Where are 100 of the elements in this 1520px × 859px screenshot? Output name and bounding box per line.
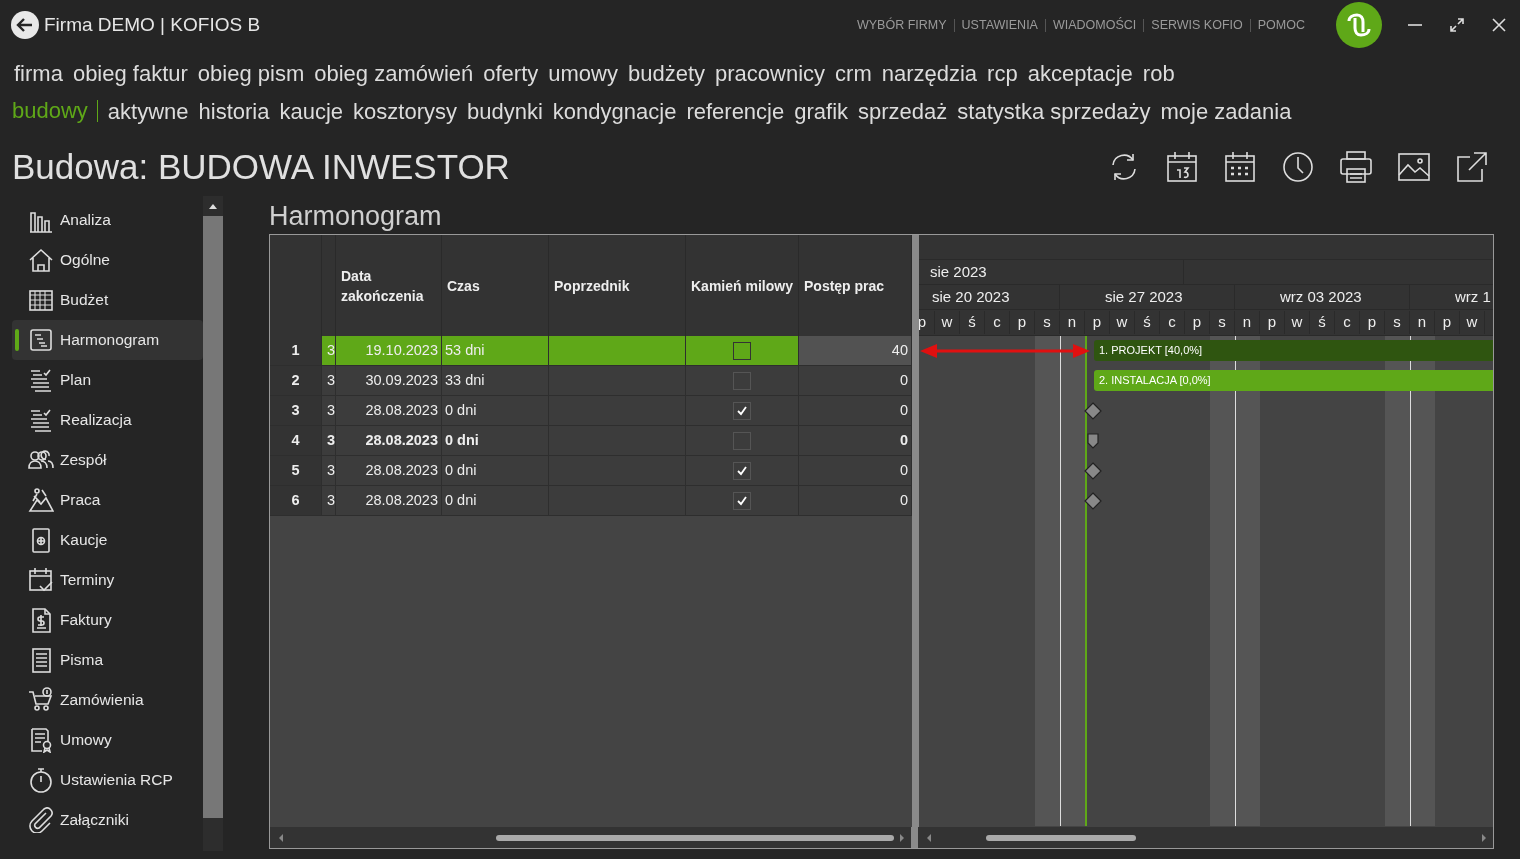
timeline-day: p — [1260, 311, 1285, 334]
task-bar[interactable]: 1. PROJEKT [40,0%] — [1094, 340, 1493, 361]
menu-item[interactable]: budynki — [467, 94, 543, 128]
sidebar-item[interactable]: Analiza — [12, 200, 203, 240]
menu-item[interactable]: statystka sprzedaży — [957, 94, 1151, 128]
sidebar-item[interactable]: Praca — [12, 480, 203, 520]
house-icon — [28, 247, 54, 273]
sidebar-item[interactable]: Zespół — [12, 440, 203, 480]
menu-item[interactable]: aktywne — [107, 94, 189, 128]
sidebar-item[interactable]: Zamówienia — [12, 680, 203, 720]
top-link[interactable]: USTAWIENIA — [953, 18, 1045, 32]
sidebar-item[interactable]: Realizacja — [12, 400, 203, 440]
top-link[interactable]: SERWIS KOFIO — [1143, 18, 1250, 32]
scroll-right-icon[interactable] — [1479, 832, 1489, 843]
back-icon[interactable] — [10, 10, 40, 40]
checkbox[interactable] — [733, 371, 751, 390]
menu-item[interactable]: rcp — [987, 56, 1018, 90]
menu-item[interactable]: obieg pism — [197, 56, 305, 90]
sidebar-item[interactable]: Terminy — [12, 560, 203, 600]
scroll-thumb[interactable] — [986, 834, 1137, 841]
logo[interactable] — [1336, 2, 1382, 48]
menu-item[interactable]: obieg faktur — [72, 56, 188, 90]
table-cell: 0 — [799, 366, 912, 396]
sidebar-item[interactable]: Kaucje — [12, 520, 203, 560]
menu-item[interactable]: sprzedaż — [858, 94, 948, 128]
sidebar-item[interactable]: Umowy — [12, 720, 203, 760]
timeline-day: c — [985, 311, 1010, 334]
table-cell: 0 — [799, 456, 912, 486]
sidebar-item[interactable]: Pisma — [12, 640, 203, 680]
external-link-icon[interactable] — [1454, 149, 1490, 185]
menu-item[interactable]: akceptacje — [1027, 56, 1133, 90]
row-number: 3 — [270, 396, 322, 426]
top-link[interactable]: WIADOMOŚCI — [1044, 18, 1144, 32]
sidebar-item[interactable]: Faktury — [12, 600, 203, 640]
checkbox[interactable] — [733, 461, 751, 480]
milestone-icon[interactable] — [1084, 462, 1102, 480]
check-icon — [736, 464, 748, 477]
menu-item[interactable]: crm — [835, 56, 872, 90]
timeline-day: s — [1385, 311, 1410, 334]
milestone-icon[interactable] — [1084, 402, 1102, 420]
sidebar-item[interactable]: Budżet — [12, 280, 203, 320]
maximize-icon[interactable] — [1448, 16, 1466, 34]
sidebar-item[interactable]: Plan — [12, 360, 203, 400]
menu-item[interactable]: grafik — [794, 94, 849, 128]
print-icon[interactable] — [1338, 149, 1374, 185]
menu-item[interactable]: firma — [14, 56, 63, 90]
close-icon[interactable] — [1490, 16, 1508, 34]
schedule-icon — [28, 327, 54, 353]
timeline-day: n — [1235, 311, 1260, 334]
clock-icon[interactable] — [1280, 149, 1316, 185]
sidebar-item[interactable]: Załączniki — [12, 800, 203, 840]
timeline-day: p — [919, 311, 935, 334]
table-cell: 0 dni — [442, 456, 549, 486]
sidebar-item[interactable]: Ogólne — [12, 240, 203, 280]
sidebar-item[interactable]: Harmonogram — [12, 320, 203, 360]
checkbox[interactable] — [733, 341, 751, 360]
timeline-day: s — [1210, 311, 1235, 334]
menu-item[interactable]: pracownicy — [715, 56, 826, 90]
top-link[interactable]: WYBÓR FIRMY — [849, 18, 954, 32]
menu-item[interactable]: oferty — [483, 56, 539, 90]
milestone-icon[interactable] — [1084, 492, 1102, 510]
worker-icon — [28, 487, 54, 513]
timeline-day: ś — [1310, 311, 1335, 334]
sidebar-item[interactable]: Ustawienia RCP — [12, 760, 203, 800]
calendar-check-icon — [28, 567, 54, 593]
table-cell: 28.08.2023 — [336, 396, 442, 426]
timeline-day: p — [1435, 311, 1460, 334]
page-title: Budowa: BUDOWA INWESTOR — [12, 145, 510, 188]
timeline-day: n — [1410, 311, 1435, 334]
menu-item[interactable]: moje zadania — [1160, 94, 1292, 128]
checkbox[interactable] — [733, 491, 751, 510]
table-cell: 3 — [322, 486, 336, 516]
menu-item[interactable]: rob — [1142, 56, 1175, 90]
menu-item[interactable]: historia — [198, 94, 270, 128]
top-link[interactable]: POMOC — [1249, 18, 1312, 32]
summary-marker-icon[interactable] — [1084, 432, 1102, 450]
menu-item[interactable]: kaucje — [279, 94, 344, 128]
menu-item[interactable]: kosztorysy — [353, 94, 457, 128]
table-icon — [28, 287, 54, 313]
table-cell: 3 — [322, 426, 336, 456]
timeline-day: w — [1460, 311, 1485, 334]
calendar-icon[interactable] — [1164, 149, 1200, 185]
checkbox[interactable] — [733, 401, 751, 420]
scroll-thumb[interactable] — [496, 834, 894, 841]
menu-item[interactable]: referencje — [686, 94, 785, 128]
contract-icon — [28, 727, 54, 753]
menu-item[interactable]: obieg zamówień — [314, 56, 474, 90]
splitter[interactable] — [911, 827, 919, 848]
menu-section[interactable]: budowy — [12, 100, 98, 122]
menu-item[interactable]: budżety — [627, 56, 705, 90]
menu-item[interactable]: narzędzia — [881, 56, 978, 90]
scrollbar[interactable] — [203, 196, 223, 851]
menu-item[interactable]: kondygnacje — [552, 94, 677, 128]
menu-item[interactable]: umowy — [548, 56, 618, 90]
timeline-day: w — [1285, 311, 1310, 334]
double-arrow-icon — [919, 341, 1091, 361]
calendar-grid-icon[interactable] — [1222, 149, 1258, 185]
checkbox[interactable] — [733, 431, 751, 450]
row-number: 6 — [270, 486, 322, 516]
table-cell: 19.10.2023 — [336, 336, 442, 366]
